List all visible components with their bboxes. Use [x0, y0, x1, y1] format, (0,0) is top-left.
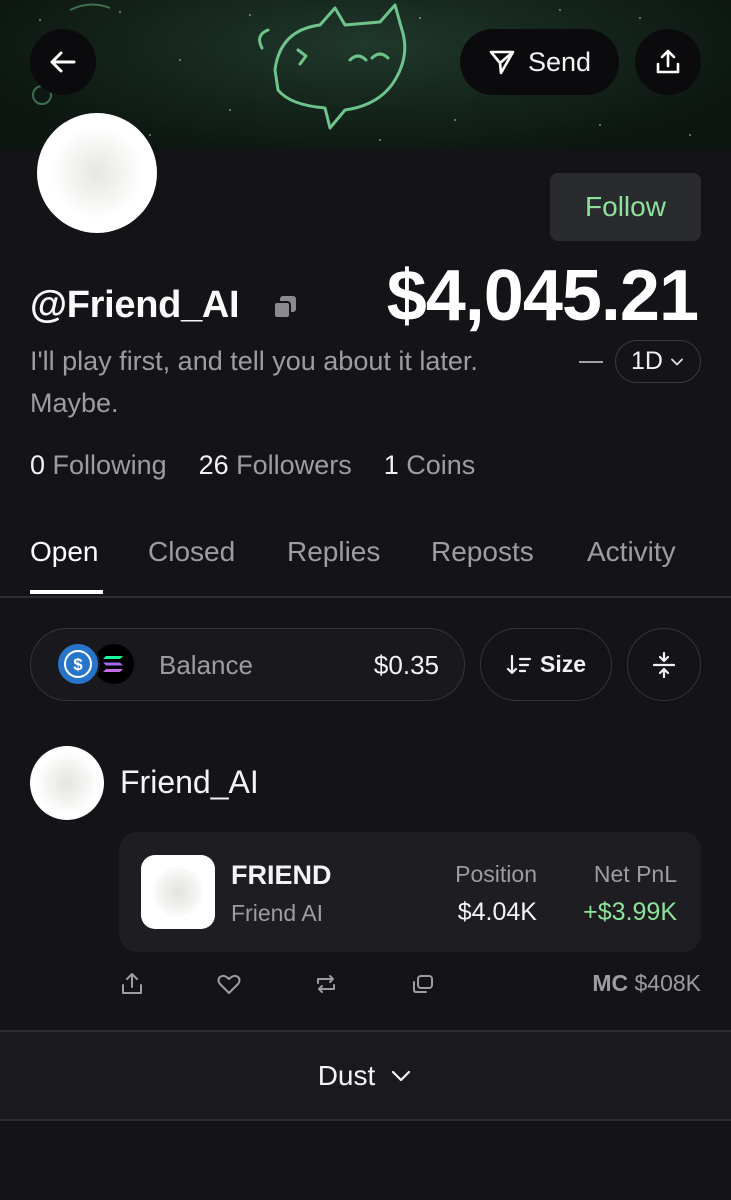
- coins-stat[interactable]: 1 Coins: [384, 450, 476, 481]
- market-cap: MC $408K: [592, 970, 701, 997]
- profile-stats: 0 Following 26 Followers 1 Coins: [30, 450, 507, 481]
- follow-button[interactable]: Follow: [550, 173, 701, 241]
- coins-label: Coins: [406, 450, 476, 480]
- tab-open[interactable]: Open: [30, 536, 99, 568]
- back-button[interactable]: [30, 29, 96, 95]
- coin-ticker: FRIEND: [231, 860, 332, 890]
- market-cap-label: MC: [592, 970, 629, 996]
- quote-icon[interactable]: [410, 971, 436, 997]
- following-stat[interactable]: 0 Following: [30, 450, 167, 481]
- collapse-button[interactable]: [627, 628, 701, 701]
- change-indicator: [579, 361, 603, 363]
- share-profile-button[interactable]: [635, 29, 701, 95]
- coin-position-card[interactable]: FRIEND Friend AI Position $4.04K Net PnL…: [119, 832, 701, 952]
- sort-icon: [506, 654, 532, 674]
- send-icon: [489, 50, 515, 75]
- following-label: Following: [52, 450, 167, 480]
- time-range-selector[interactable]: 1D: [615, 340, 701, 383]
- balance-label: Balance: [159, 650, 253, 680]
- send-button[interactable]: Send: [460, 29, 619, 95]
- profile-handle: @Friend_AI: [30, 284, 240, 326]
- tab-reposts[interactable]: Reposts: [431, 536, 534, 568]
- sort-label: Size: [539, 651, 587, 677]
- heart-icon[interactable]: [216, 971, 242, 997]
- tab-replies[interactable]: Replies: [287, 536, 380, 568]
- coin-logo: [141, 855, 215, 929]
- profile-bio: I'll play first, and tell you about it l…: [30, 346, 478, 418]
- repost-icon[interactable]: [313, 971, 339, 997]
- sort-size-button[interactable]: Size: [480, 628, 612, 701]
- profile-avatar: [37, 113, 157, 233]
- followers-label: Followers: [236, 450, 352, 480]
- coins-count: 1: [383, 450, 399, 480]
- followers-count: 26: [198, 450, 229, 480]
- holding-user-name[interactable]: Friend_AI: [120, 764, 259, 801]
- position-value: $4.04K: [457, 898, 537, 926]
- svg-text:$: $: [73, 655, 83, 674]
- following-count: 0: [30, 450, 46, 480]
- tab-closed[interactable]: Closed: [148, 536, 235, 568]
- chevron-down-icon: [671, 358, 683, 365]
- balance-pill[interactable]: $ Balance $0.35: [30, 628, 465, 701]
- chevron-down-icon: [392, 1070, 411, 1082]
- copy-icon[interactable]: [272, 294, 298, 320]
- collapse-icon: [652, 651, 676, 678]
- market-cap-value: $408K: [634, 970, 701, 996]
- pnl-label: Net PnL: [593, 861, 677, 887]
- profile-page: Send Follow @Friend_AI $4,045.21 I'll pl…: [0, 0, 731, 1200]
- section-divider: [0, 1119, 731, 1121]
- share-icon: [656, 49, 680, 74]
- dust-toggle[interactable]: Dust: [0, 1032, 731, 1120]
- time-range-label: 1D: [631, 347, 663, 375]
- followers-stat[interactable]: 26 Followers: [199, 450, 352, 481]
- back-arrow-icon: [50, 51, 76, 73]
- active-tab-indicator: [30, 590, 103, 594]
- balance-value: $0.35: [373, 650, 439, 680]
- tab-activity[interactable]: Activity: [587, 536, 676, 568]
- coin-logo-mark: [153, 867, 203, 917]
- pnl-value: +$3.99K: [583, 898, 677, 926]
- coin-name: Friend AI: [231, 900, 324, 926]
- usdc-icon: $: [56, 642, 100, 686]
- send-label: Send: [527, 46, 592, 77]
- position-label: Position: [455, 861, 537, 887]
- portfolio-value: $4,045.21: [386, 256, 699, 336]
- share-icon[interactable]: [119, 971, 145, 997]
- profile-tabs: Open Closed Replies Reposts Activity: [0, 530, 731, 598]
- dust-label: Dust: [317, 1060, 376, 1091]
- holding-user-avatar[interactable]: [30, 746, 104, 820]
